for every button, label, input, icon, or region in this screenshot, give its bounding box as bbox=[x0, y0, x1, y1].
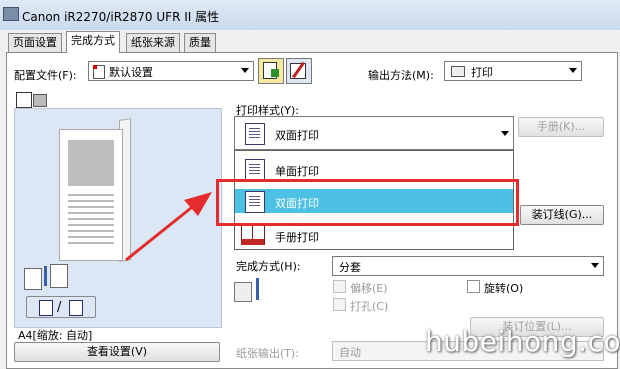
chevron-down-icon bbox=[501, 131, 509, 136]
rotate-checkbox[interactable] bbox=[467, 280, 480, 293]
single-document-icon bbox=[245, 159, 265, 181]
print-icon bbox=[451, 66, 465, 77]
option-label: 手册打印 bbox=[275, 231, 319, 244]
profile-select[interactable]: 默认设置 bbox=[88, 61, 254, 81]
window-title: Canon iR2270/iR2870 UFR II 属性 bbox=[22, 10, 220, 24]
title-bar: Canon iR2270/iR2870 UFR II 属性 bbox=[0, 0, 620, 30]
profile-label: 配置文件(F): bbox=[14, 69, 77, 82]
page-view-icon[interactable] bbox=[16, 92, 32, 108]
option-label: 单面打印 bbox=[275, 165, 319, 178]
tab-quality[interactable]: 质量 bbox=[184, 33, 216, 52]
chevron-down-icon bbox=[591, 263, 599, 268]
edit-profile-icon[interactable] bbox=[286, 58, 312, 84]
duplex-layout-button[interactable]: / bbox=[26, 296, 96, 318]
tab-paper-source[interactable]: 纸张来源 bbox=[126, 33, 180, 52]
paper-output-label: 纸张输出(T): bbox=[236, 347, 300, 360]
offset-checkbox[interactable] bbox=[333, 280, 346, 293]
printer-icon bbox=[3, 7, 19, 21]
output-method-value: 打印 bbox=[471, 66, 493, 79]
printer-view-icon[interactable] bbox=[33, 94, 47, 107]
chevron-down-icon bbox=[241, 68, 249, 73]
paper-output-value: 自动 bbox=[339, 346, 361, 359]
duplex-document-icon bbox=[245, 123, 265, 145]
output-method-label: 输出方法(M): bbox=[368, 69, 434, 82]
rotate-label: 旋转(O) bbox=[484, 282, 524, 295]
finishing-value: 分套 bbox=[339, 261, 361, 274]
view-settings-button[interactable]: 查看设置(V) bbox=[14, 342, 220, 362]
highlight-box bbox=[216, 179, 519, 226]
output-method-select[interactable]: 打印 bbox=[444, 61, 582, 81]
booklet-button[interactable]: 手册(K)... bbox=[518, 117, 604, 137]
binding-button[interactable]: 装订线(G)... bbox=[520, 205, 604, 225]
collate-stack-icon bbox=[24, 262, 80, 292]
tab-finishing[interactable]: 完成方式 bbox=[66, 31, 120, 53]
print-style-select[interactable]: 双面打印 bbox=[234, 116, 514, 150]
profile-dot-icon bbox=[93, 65, 97, 69]
finishing-label: 完成方式(H): bbox=[236, 260, 301, 273]
booklet-icon bbox=[241, 225, 265, 245]
finishing-select[interactable]: 分套 bbox=[332, 256, 604, 276]
offset-label: 偏移(E) bbox=[350, 282, 388, 295]
watermark-text: hubeihong.com bbox=[425, 325, 620, 358]
paper-info: A4[缩放: 自动] bbox=[18, 329, 93, 342]
punch-checkbox[interactable] bbox=[333, 298, 346, 311]
print-style-value: 双面打印 bbox=[275, 129, 319, 142]
profile-value: 默认设置 bbox=[109, 66, 153, 79]
add-profile-icon[interactable] bbox=[258, 58, 284, 84]
collate-icon bbox=[234, 276, 268, 304]
punch-label: 打孔(C) bbox=[350, 300, 389, 313]
annotation-arrow bbox=[125, 192, 212, 262]
chevron-down-icon bbox=[569, 68, 577, 73]
preview-page bbox=[59, 129, 123, 261]
arrow-head-icon bbox=[184, 192, 212, 216]
option-booklet[interactable]: 手册打印 bbox=[235, 223, 513, 247]
option-single-sided[interactable]: 单面打印 bbox=[235, 157, 513, 181]
arrow-shaft bbox=[125, 202, 197, 262]
tab-page-setup[interactable]: 页面设置 bbox=[8, 33, 62, 52]
